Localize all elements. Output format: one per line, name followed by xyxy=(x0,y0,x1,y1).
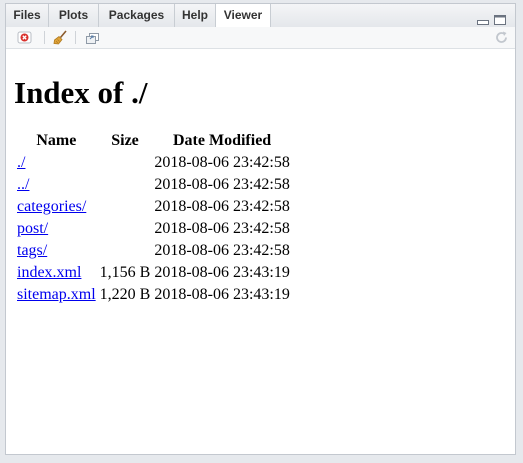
viewer-content: Index of ./ Name Size Date Modified ./ 2… xyxy=(6,49,515,454)
table-row: categories/ 2018-08-06 23:42:58 xyxy=(16,197,291,217)
file-date-modified: 2018-08-06 23:42:58 xyxy=(154,176,290,193)
file-size: 1,220 B xyxy=(99,286,151,303)
tab-help[interactable]: Help xyxy=(175,4,216,27)
file-link[interactable]: sitemap.xml xyxy=(17,286,96,303)
file-link[interactable]: tags/ xyxy=(17,242,47,259)
clear-broom-icon[interactable] xyxy=(53,30,68,45)
file-date-modified: 2018-08-06 23:42:58 xyxy=(154,198,290,215)
refresh-icon[interactable] xyxy=(494,30,509,45)
popout-window-icon[interactable] xyxy=(85,30,100,45)
maximize-pane-icon[interactable] xyxy=(494,12,506,25)
file-date-modified: 2018-08-06 23:43:19 xyxy=(154,286,290,303)
table-row: tags/ 2018-08-06 23:42:58 xyxy=(16,241,291,261)
page-title: Index of ./ xyxy=(14,75,148,110)
file-date-modified: 2018-08-06 23:42:58 xyxy=(154,242,290,259)
toolbar-separator xyxy=(44,31,45,44)
file-size xyxy=(99,153,152,173)
column-header-name: Name xyxy=(36,132,77,149)
file-link[interactable]: categories/ xyxy=(17,198,86,215)
remove-viewer-icon[interactable] xyxy=(17,30,32,45)
file-date-modified: 2018-08-06 23:42:58 xyxy=(154,220,290,237)
column-header-date-modified: Date Modified xyxy=(173,132,272,149)
minimize-pane-icon[interactable] xyxy=(477,12,489,25)
file-size: 1,156 B xyxy=(99,264,151,281)
table-row: sitemap.xml 1,220 B 2018-08-06 23:43:19 xyxy=(16,285,291,305)
file-size xyxy=(99,175,152,195)
pane-tab-bar: Files Plots Packages Help Viewer xyxy=(6,4,515,28)
file-size xyxy=(99,197,152,217)
table-row: post/ 2018-08-06 23:42:58 xyxy=(16,219,291,239)
table-header-row: Name Size Date Modified xyxy=(16,131,291,151)
tab-viewer[interactable]: Viewer xyxy=(216,4,271,28)
column-header-size: Size xyxy=(111,132,139,149)
tab-plots[interactable]: Plots xyxy=(49,4,99,27)
table-row: ../ 2018-08-06 23:42:58 xyxy=(16,175,291,195)
file-size xyxy=(99,219,152,239)
directory-listing-table: Name Size Date Modified ./ 2018-08-06 23… xyxy=(14,129,293,307)
file-link[interactable]: post/ xyxy=(17,220,48,237)
tab-packages[interactable]: Packages xyxy=(99,4,175,27)
table-row: index.xml 1,156 B 2018-08-06 23:43:19 xyxy=(16,263,291,283)
viewer-toolbar xyxy=(6,27,515,49)
file-size xyxy=(99,241,152,261)
file-link[interactable]: index.xml xyxy=(17,264,81,281)
table-row: ./ 2018-08-06 23:42:58 xyxy=(16,153,291,173)
toolbar-separator xyxy=(75,31,76,44)
file-link[interactable]: ./ xyxy=(17,154,25,171)
tab-files[interactable]: Files xyxy=(6,4,49,27)
file-date-modified: 2018-08-06 23:42:58 xyxy=(154,154,290,171)
viewer-pane: Files Plots Packages Help Viewer Index o… xyxy=(5,3,516,455)
file-date-modified: 2018-08-06 23:43:19 xyxy=(154,264,290,281)
file-link[interactable]: ../ xyxy=(17,176,29,193)
